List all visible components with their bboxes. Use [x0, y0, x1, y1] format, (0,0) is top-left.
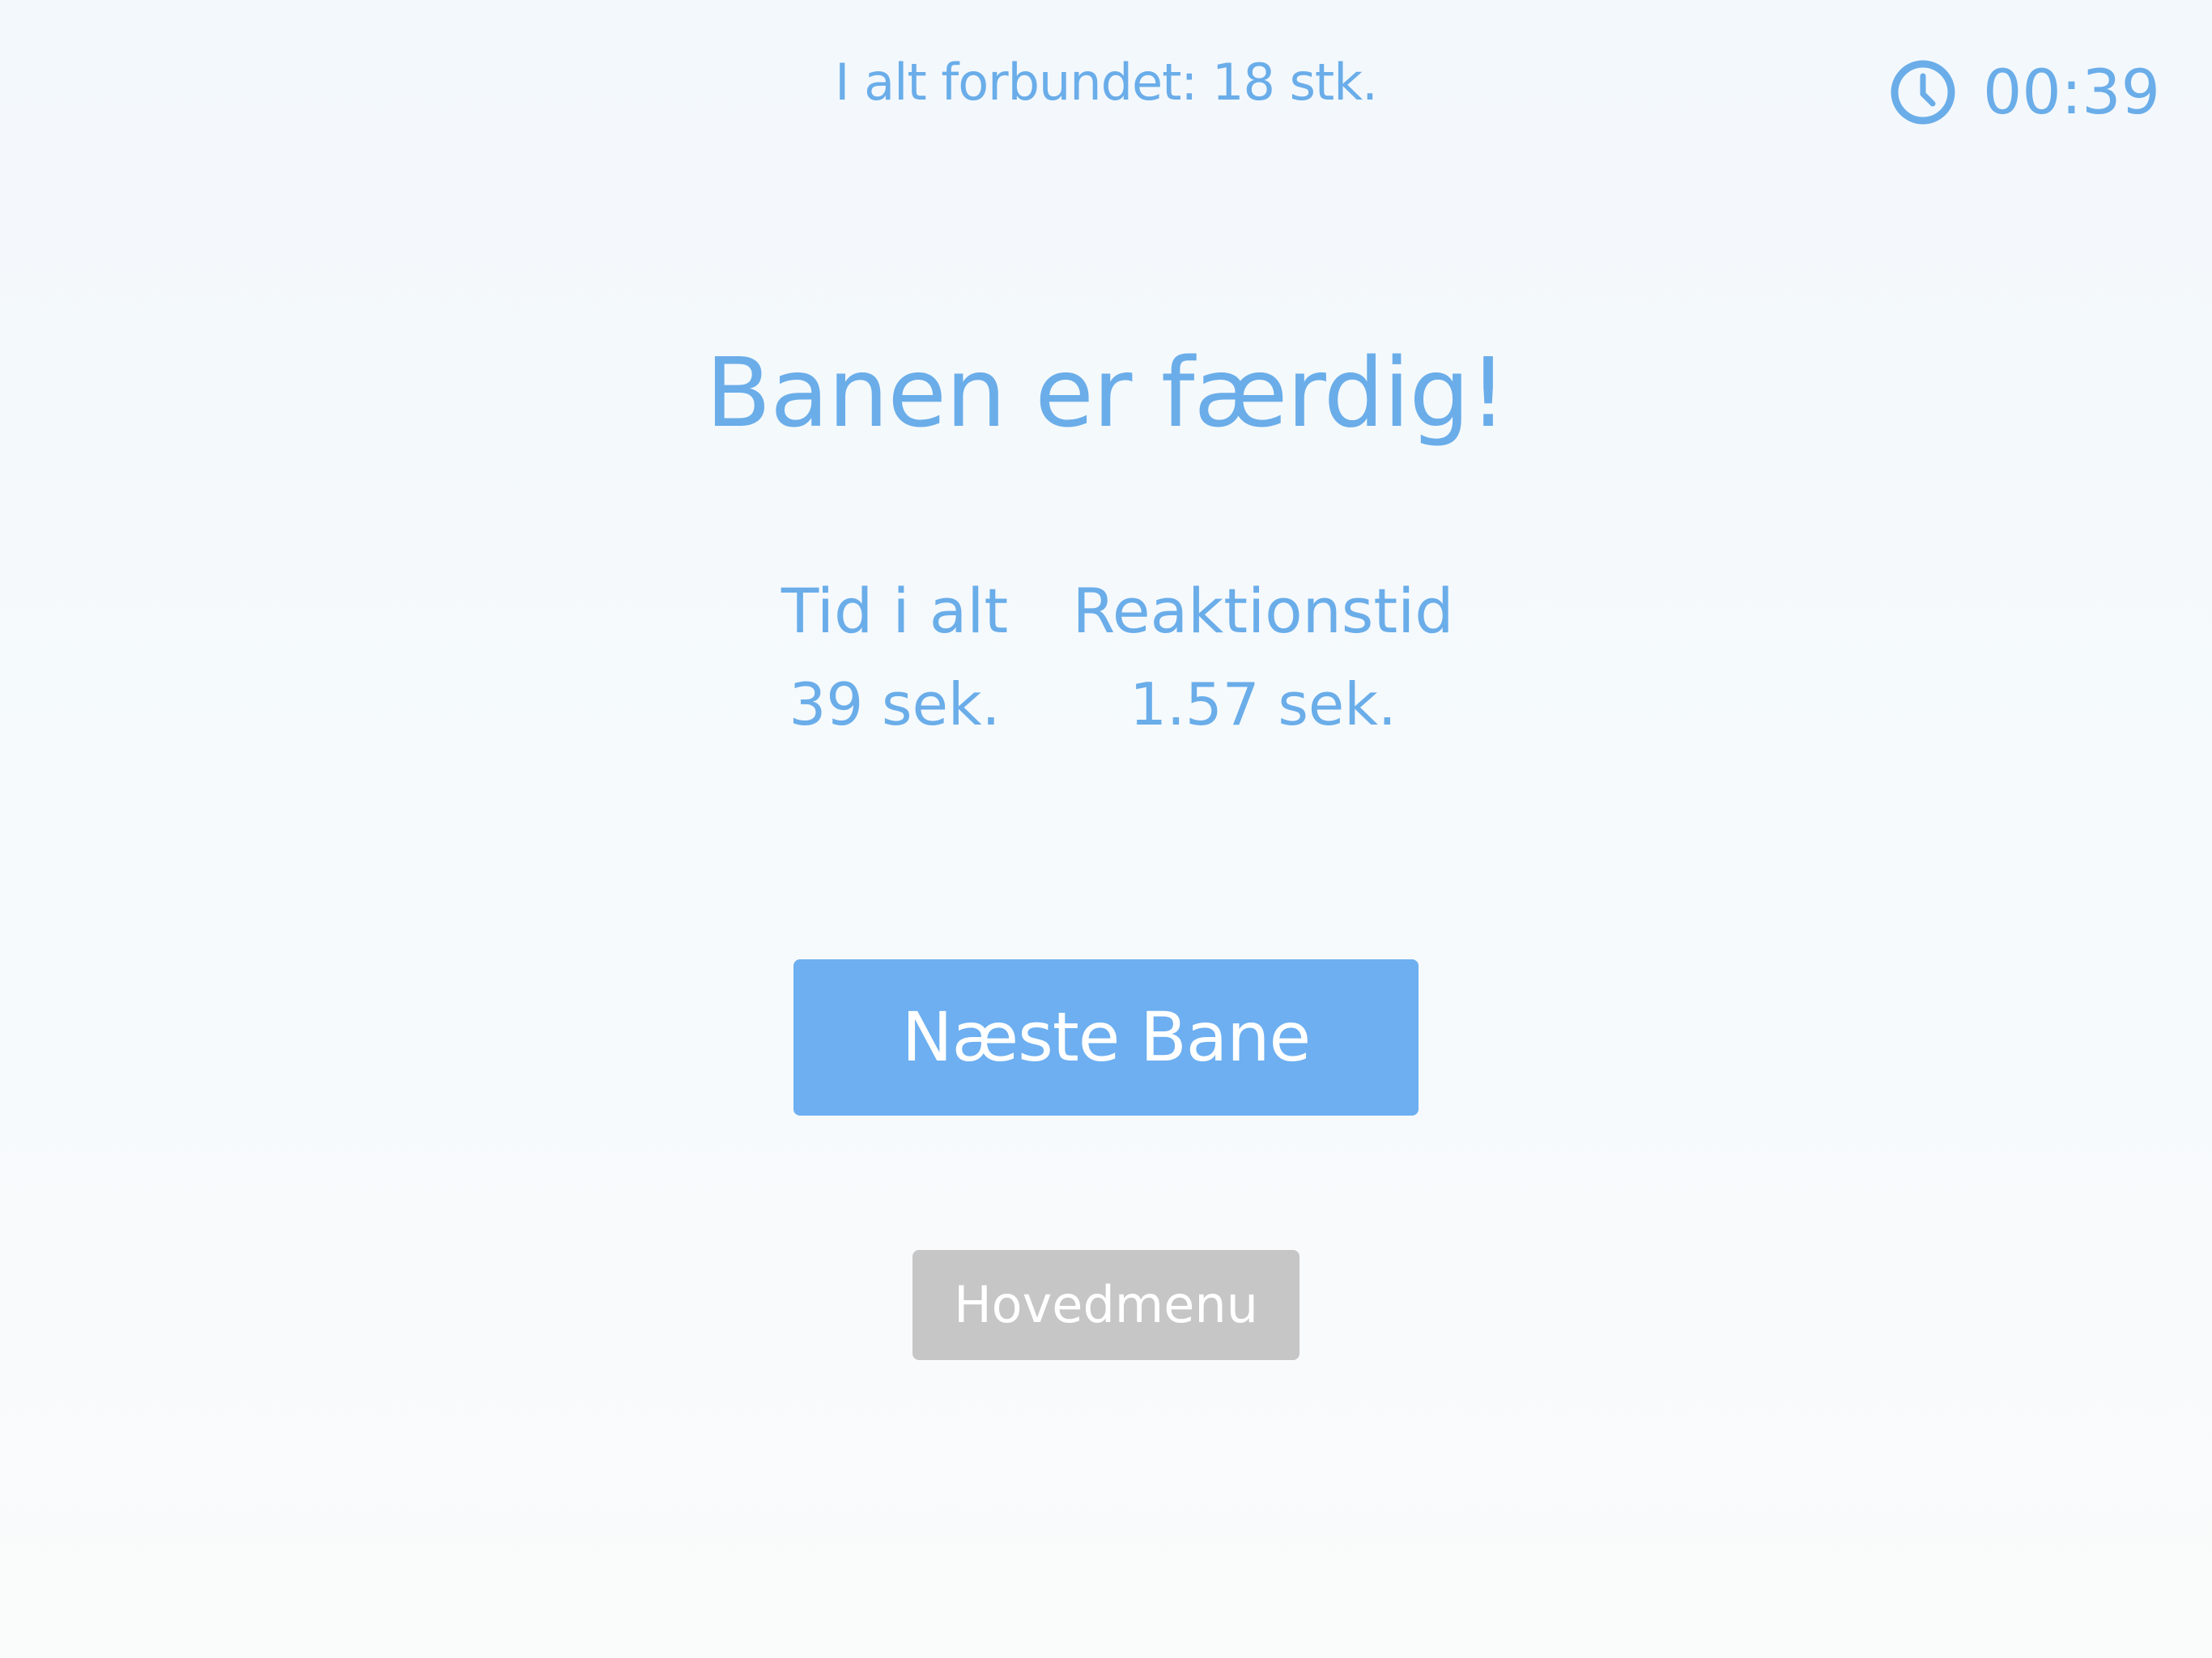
stat-total-time: Tid i alt 39 sek.	[753, 571, 1036, 745]
stat-reaction-time-label: Reaktionstid	[1072, 575, 1454, 647]
level-complete-title: Banen er færdig!	[705, 337, 1507, 449]
stat-total-time-label: Tid i alt	[781, 575, 1009, 647]
main-menu-button[interactable]: Hovedmenu	[912, 1250, 1300, 1360]
connected-total-counter: I alt forbundet: 18 stk.	[835, 53, 1378, 112]
clock-icon	[1891, 60, 1955, 125]
level-timer: 00:39	[1889, 53, 2160, 131]
next-level-button[interactable]: Næste Bane	[793, 959, 1419, 1116]
stat-total-time-value: 39 sek.	[789, 670, 1001, 738]
stat-reaction-time-value: 1.57 sek.	[1129, 670, 1397, 738]
stat-reaction-time: Reaktionstid 1.57 sek.	[1061, 571, 1465, 745]
timer-value: 00:39	[1982, 56, 2160, 128]
